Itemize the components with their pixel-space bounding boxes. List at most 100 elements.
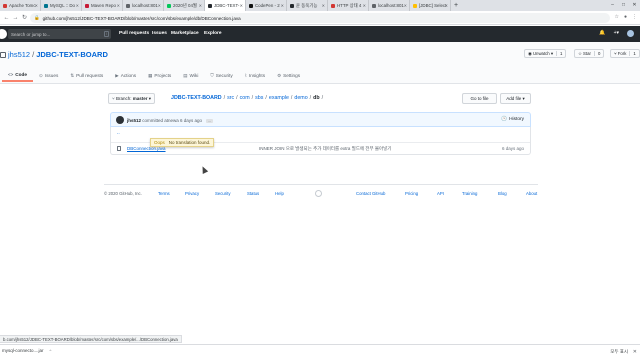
close-icon[interactable]: ✕	[629, 0, 640, 11]
footer-link-terms[interactable]: Terms	[158, 191, 170, 196]
commit-author[interactable]: jhs512	[127, 118, 141, 123]
close-tab-icon[interactable]: ✕	[281, 3, 284, 8]
close-icon[interactable]: ✕	[633, 349, 637, 355]
close-tab-icon[interactable]: ✕	[35, 3, 38, 8]
history-button[interactable]: 🕓 History	[501, 117, 524, 122]
favicon-icon	[126, 3, 130, 8]
forward-icon[interactable]: →	[11, 15, 20, 21]
breadcrumb-root[interactable]: JDBC-TEXT-BOARD	[171, 95, 222, 101]
play-icon: ▶	[115, 72, 119, 78]
close-tab-icon[interactable]: ✕	[117, 3, 120, 8]
footer-link-contact[interactable]: Contact GitHub	[356, 191, 385, 196]
file-commit-message[interactable]: INNER JOIN 으로 발생되는 추가 데이터를 extra 필드에 전부 …	[259, 146, 391, 152]
browser-toolbar: ← → ↻ 🔒 github.com/jhs512/JDBC-TEXT-BOAR…	[0, 11, 640, 25]
chevron-up-icon[interactable]: ^	[50, 348, 52, 353]
breadcrumb-separator: /	[290, 95, 293, 101]
tab-label: Security	[215, 73, 233, 78]
browser-tab[interactable]: HTTP 상태 4 ✕	[328, 0, 369, 11]
browser-tab[interactable]: [JDBC] Select ✕	[410, 0, 451, 11]
close-tab-icon[interactable]: ✕	[322, 3, 325, 8]
avatar[interactable]	[627, 30, 634, 37]
watch-button[interactable]: ◉ Unwatch ▾ 1	[524, 49, 567, 58]
browser-tab[interactable]: 윤 동욱기능 ✕	[287, 0, 328, 11]
reload-icon[interactable]: ↻	[20, 14, 29, 21]
tab-security[interactable]: ⛉ Security	[204, 69, 238, 82]
menu-icon[interactable]: ⋮	[632, 14, 637, 20]
tab-pull-requests[interactable]: ⇅ Pull requests	[64, 69, 109, 82]
parent-directory-link[interactable]: ..	[117, 130, 120, 136]
footer-link-status[interactable]: Status	[247, 191, 259, 196]
download-item[interactable]: mysql-connecto....jar ^	[2, 348, 51, 353]
watch-count[interactable]: 1	[556, 51, 562, 56]
nav-issues[interactable]: Issues	[152, 31, 167, 36]
create-new-icon[interactable]: +▾	[614, 30, 619, 37]
breadcrumb-segment[interactable]: sbs	[255, 95, 263, 101]
browser-tab[interactable]: localhost:801 ✕	[369, 0, 410, 11]
footer-link-training[interactable]: Training	[462, 191, 477, 196]
breadcrumb-segment[interactable]: demo	[294, 95, 307, 101]
tab-projects[interactable]: ▦ Projects	[142, 69, 177, 82]
tab-insights[interactable]: ⌇ Insights	[239, 69, 271, 82]
breadcrumb: JDBC-TEXT-BOARD / src / com / sbs / exam…	[171, 95, 323, 101]
notification-bell-icon[interactable]: 🔔	[599, 30, 605, 37]
tab-actions[interactable]: ▶ Actions	[109, 69, 142, 82]
footer-link-privacy[interactable]: Privacy	[185, 191, 199, 196]
close-tab-icon[interactable]: ✕	[240, 3, 243, 8]
github-logo-icon[interactable]	[0, 29, 7, 39]
add-file-button[interactable]: Add file ▾	[500, 93, 531, 104]
tab-wiki[interactable]: ▤ Wiki	[177, 69, 204, 82]
nav-marketplace[interactable]: Marketplace	[171, 31, 199, 36]
breadcrumb-segment[interactable]: com	[240, 95, 250, 101]
star-button[interactable]: ☆ Star 0	[574, 49, 605, 58]
close-tab-icon[interactable]: ✕	[158, 3, 161, 8]
close-tab-icon[interactable]: ✕	[199, 3, 202, 8]
browser-tab[interactable]: localhost:801 ✕	[123, 0, 164, 11]
breadcrumb-separator: /	[309, 95, 312, 101]
close-tab-icon[interactable]: ✕	[363, 3, 366, 8]
tab-code[interactable]: <> Code	[2, 69, 33, 82]
go-to-file-button[interactable]: Go to file	[462, 93, 497, 104]
search-input[interactable]: Search or jump to... /	[8, 29, 111, 39]
nav-pull-requests[interactable]: Pull requests	[119, 31, 149, 36]
footer-link-pricing[interactable]: Pricing	[405, 191, 418, 196]
avatar[interactable]	[116, 116, 124, 124]
show-all-downloads-link[interactable]: 모두 표시	[610, 349, 628, 355]
commit-expand-button[interactable]: ...	[206, 119, 214, 123]
browser-tab[interactable]: CodePen - 2 ✕	[246, 0, 287, 11]
footer-link-api[interactable]: API	[437, 191, 444, 196]
repo-owner-link[interactable]: jhs512	[8, 50, 30, 59]
footer-link-help[interactable]: Help	[275, 191, 284, 196]
browser-tab[interactable]: 2020년 04월 ✕	[164, 0, 205, 11]
footer-link-about[interactable]: About	[526, 191, 537, 196]
tab-label: Projects	[154, 73, 172, 78]
address-bar[interactable]: 🔒 github.com/jhs512/JDBC-TEXT-BOARD/blob…	[30, 13, 610, 23]
maximize-icon[interactable]: □	[618, 0, 629, 11]
nav-explore[interactable]: Explore	[204, 31, 222, 36]
tab-settings[interactable]: ⚙ Settings	[271, 69, 306, 82]
minimize-icon[interactable]: –	[607, 0, 618, 11]
footer-link-blog[interactable]: Blog	[498, 191, 507, 196]
browser-tab[interactable]: Apache Tomc ✕	[0, 0, 41, 11]
repo-name-link[interactable]: JDBC-TEXT-BOARD	[36, 50, 108, 59]
new-tab-icon[interactable]: +	[451, 2, 461, 9]
close-tab-icon[interactable]: ✕	[445, 3, 448, 8]
profile-icon[interactable]: ●	[624, 14, 627, 20]
browser-tab[interactable]: MySQL :: Do ✕	[41, 0, 82, 11]
browser-tab[interactable]: Maven Repo ✕	[82, 0, 123, 11]
github-header: Search or jump to... / Pull requests Iss…	[0, 26, 640, 42]
browser-tab[interactable]: JDBC-TEXT- ✕	[205, 0, 246, 11]
close-tab-icon[interactable]: ✕	[404, 3, 407, 8]
clock-icon: 🕓	[501, 117, 508, 122]
fork-count[interactable]: 1	[629, 51, 636, 56]
branch-select-button[interactable]: ⑂ Branch: master ▾	[108, 93, 156, 104]
fork-button[interactable]: ⑂ Fork 1	[610, 49, 640, 58]
footer-link-security[interactable]: Security	[215, 191, 231, 196]
close-tab-icon[interactable]: ✕	[76, 3, 79, 8]
breadcrumb-segment[interactable]: src	[227, 95, 234, 101]
github-mark-icon[interactable]	[315, 190, 322, 197]
breadcrumb-segment[interactable]: example	[269, 95, 289, 101]
tab-issues[interactable]: ⊙ Issues	[33, 69, 64, 82]
back-icon[interactable]: ←	[2, 15, 11, 21]
star-count[interactable]: 0	[593, 51, 600, 56]
bookmark-star-icon[interactable]: ☆	[614, 14, 618, 20]
